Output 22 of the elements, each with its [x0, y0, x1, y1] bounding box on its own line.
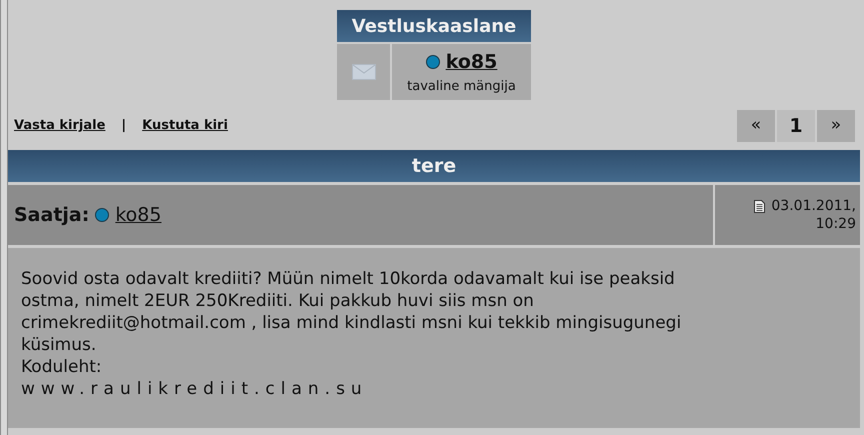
user-rank: tavaline mängija [407, 78, 516, 96]
message-text: Koduleht: [21, 356, 103, 378]
website-text: www.raulikrediit.clan.su [21, 378, 369, 400]
separator: | [121, 117, 126, 136]
action-link[interactable]: Kustuta kiri [142, 116, 228, 136]
message-subject: tere [8, 150, 860, 182]
page-button[interactable]: 1 [777, 110, 815, 142]
message-text: ostma, nimelt 2EUR 250Krediiti. Kui pakkub huvi siis msn on [21, 290, 535, 312]
message-time: 10:29 [816, 215, 856, 233]
box-title: Vestluskaaslane [337, 10, 531, 42]
document-icon [754, 200, 766, 212]
action-link[interactable]: Vasta kirjale [14, 116, 106, 136]
message-text: crimekrediit@hotmail.com , lisa mind kindlasti msni kui tekkib mingisugunegi [21, 312, 682, 334]
page-button[interactable]: « [737, 110, 775, 142]
message-text: Soovid osta odavalt krediiti? Müün nimelt 10korda odavamalt kui ise peaksid [21, 268, 676, 290]
sender-link[interactable]: ko85 [115, 200, 162, 230]
sender-label: Saatja: [14, 202, 90, 228]
page-button[interactable]: » [817, 110, 855, 142]
message-text: küsimus. [21, 334, 98, 356]
user-link[interactable]: ko85 [446, 48, 498, 76]
envelope-icon[interactable] [352, 64, 376, 80]
message-date: 03.01.2011, [771, 197, 856, 215]
